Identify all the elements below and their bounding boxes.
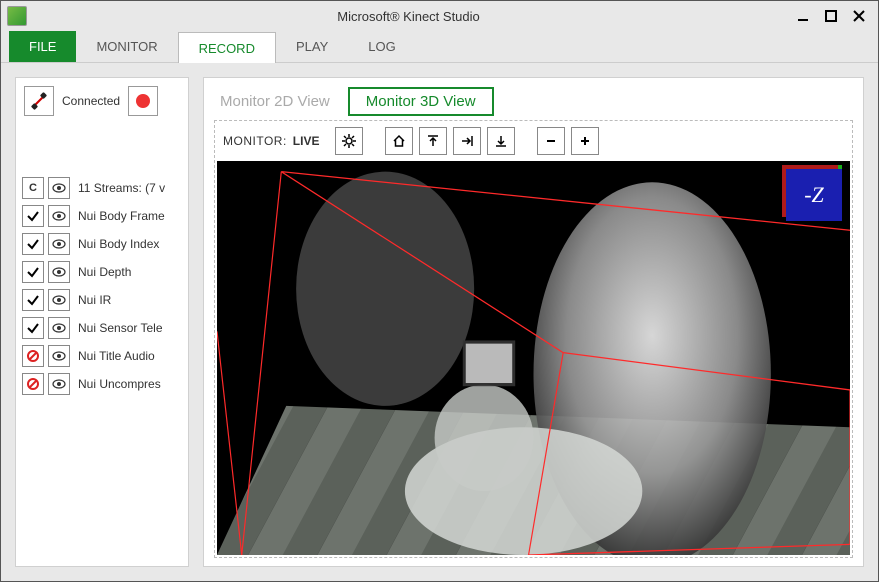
minus-icon xyxy=(544,134,558,148)
connection-status-label: Connected xyxy=(62,94,120,108)
viewport-3d[interactable]: -Z xyxy=(217,161,850,555)
stream-eye-button[interactable] xyxy=(48,289,70,311)
stream-label: Nui Body Index xyxy=(74,237,182,251)
stream-eye-button[interactable] xyxy=(48,205,70,227)
view-top-button[interactable] xyxy=(419,127,447,155)
maximize-button[interactable] xyxy=(822,7,840,25)
view-side-button[interactable] xyxy=(453,127,481,155)
home-icon xyxy=(392,134,406,148)
stream-eye-button[interactable] xyxy=(48,261,70,283)
stream-row: Nui Sensor Tele xyxy=(22,314,182,342)
stream-row: Nui Body Frame xyxy=(22,202,182,230)
header-eye-button[interactable] xyxy=(48,177,70,199)
gear-icon xyxy=(342,134,356,148)
stream-check-button[interactable] xyxy=(22,317,44,339)
monitor-label: MONITOR: xyxy=(223,134,287,148)
close-button[interactable] xyxy=(850,7,868,25)
plus-icon xyxy=(578,134,592,148)
stream-header-row: C 11 Streams: (7 v xyxy=(22,174,182,202)
arrow-right-bar-icon xyxy=(460,134,474,148)
stream-label: Nui Sensor Tele xyxy=(74,321,182,335)
menu-play[interactable]: PLAY xyxy=(276,31,348,62)
home-button[interactable] xyxy=(385,127,413,155)
stream-header-label: 11 Streams: (7 v xyxy=(74,181,182,195)
stream-disabled-button[interactable] xyxy=(22,373,44,395)
menubar: FILE MONITOR RECORD PLAY LOG xyxy=(1,31,878,63)
zoom-out-button[interactable] xyxy=(537,127,565,155)
stream-row: Nui Depth xyxy=(22,258,182,286)
stream-label: Nui IR xyxy=(74,293,182,307)
record-button[interactable] xyxy=(128,86,158,116)
minimize-button[interactable] xyxy=(794,7,812,25)
monitor-area: MONITOR: LIVE xyxy=(214,120,853,558)
menu-file[interactable]: FILE xyxy=(9,31,76,62)
header-c-button[interactable]: C xyxy=(22,177,44,199)
zoom-in-button[interactable] xyxy=(571,127,599,155)
view-front-button[interactable] xyxy=(487,127,515,155)
main-panel: Monitor 2D View Monitor 3D View MONITOR:… xyxy=(203,77,864,567)
stream-label: Nui Depth xyxy=(74,265,182,279)
tab-monitor-3d[interactable]: Monitor 3D View xyxy=(348,87,494,116)
sidebar: Connected C 11 Streams: (7 v Nui Body Fr… xyxy=(15,77,189,567)
stream-label: Nui Body Frame xyxy=(74,209,182,223)
stream-list: C 11 Streams: (7 v Nui Body Frame Nui Bod… xyxy=(16,174,188,398)
stream-row: Nui Body Index xyxy=(22,230,182,258)
arrow-down-bar-icon xyxy=(494,134,508,148)
stream-eye-button[interactable] xyxy=(48,233,70,255)
record-icon xyxy=(136,94,150,108)
tab-monitor-2d[interactable]: Monitor 2D View xyxy=(220,93,330,110)
arrow-up-bar-icon xyxy=(426,134,440,148)
stream-check-button[interactable] xyxy=(22,205,44,227)
settings-button[interactable] xyxy=(335,127,363,155)
stream-eye-button[interactable] xyxy=(48,373,70,395)
menu-log[interactable]: LOG xyxy=(348,31,415,62)
stream-row: Nui IR xyxy=(22,286,182,314)
axis-indicator[interactable]: -Z xyxy=(786,169,842,221)
monitor-toolbar: MONITOR: LIVE xyxy=(215,121,852,161)
stream-check-button[interactable] xyxy=(22,233,44,255)
stream-eye-button[interactable] xyxy=(48,317,70,339)
view-tabs: Monitor 2D View Monitor 3D View xyxy=(214,86,853,120)
connection-icon[interactable] xyxy=(24,86,54,116)
titlebar: Microsoft® Kinect Studio xyxy=(1,1,878,31)
window-title: Microsoft® Kinect Studio xyxy=(33,9,784,24)
stream-disabled-button[interactable] xyxy=(22,345,44,367)
menu-record[interactable]: RECORD xyxy=(178,32,276,63)
stream-label: Nui Uncompres xyxy=(74,377,182,391)
stream-check-button[interactable] xyxy=(22,289,44,311)
stream-row: Nui Uncompres xyxy=(22,370,182,398)
menu-monitor[interactable]: MONITOR xyxy=(76,31,177,62)
monitor-value: LIVE xyxy=(293,134,320,148)
stream-check-button[interactable] xyxy=(22,261,44,283)
stream-label: Nui Title Audio xyxy=(74,349,182,363)
stream-eye-button[interactable] xyxy=(48,345,70,367)
app-icon xyxy=(7,6,27,26)
stream-row: Nui Title Audio xyxy=(22,342,182,370)
